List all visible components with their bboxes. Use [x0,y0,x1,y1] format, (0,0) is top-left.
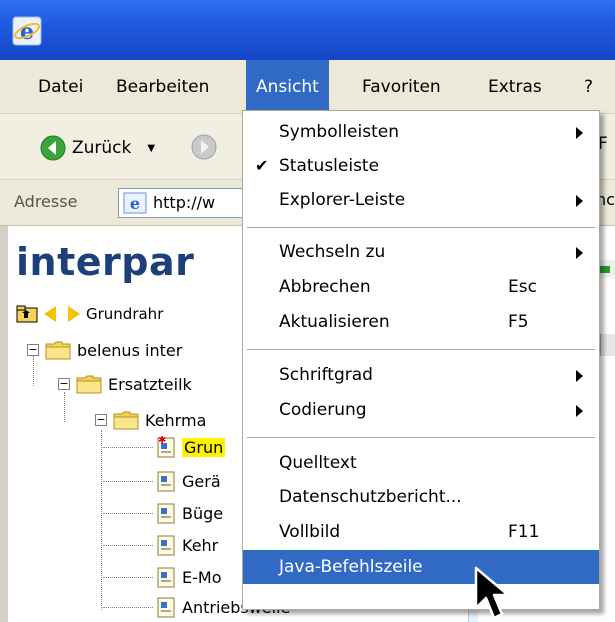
menu-item-label: Aktualisieren [279,312,390,332]
folder-up-icon[interactable] [16,305,38,323]
tree-item-label: Kehrma [145,410,207,430]
menu-item-label: Abbrechen [279,277,371,297]
menu-item-label: Wechseln zu [279,242,386,262]
menu-bar: Datei Bearbeiten Ansicht Favoriten Extra… [0,60,615,114]
menu-item-label: Statusleiste [279,156,380,176]
document-icon [157,471,175,492]
checkmark-icon: ✔ [255,156,269,175]
next-arrow-icon[interactable] [68,306,80,322]
collapse-icon[interactable]: − [27,344,39,356]
menu-item-codierung[interactable]: Codierung [243,393,599,427]
menu-ansicht[interactable]: Ansicht [246,60,329,114]
previous-arrow-icon[interactable] [44,306,56,322]
collapse-icon[interactable]: − [95,414,107,426]
tree-navigation: Grundrahr [16,302,163,326]
tree-item-kehrma[interactable]: − Kehrma [95,406,206,434]
site-brand: interpar [16,240,195,284]
document-icon [157,567,175,588]
menu-item-label: Symbolleisten [279,122,399,142]
menu-item-symbolleisten[interactable]: Symbolleisten [243,115,599,149]
tree-nav-label: Grundrahr [86,305,164,323]
menu-separator [247,349,595,350]
document-icon [157,535,175,556]
submenu-arrow-icon [576,127,583,139]
address-label: Adresse [14,192,78,211]
tree-item-kehr[interactable]: Kehr [156,531,218,559]
tree-item-label: Grun [182,437,226,457]
collapse-icon[interactable]: − [58,378,70,390]
menu-item-quelltext[interactable]: Quelltext [243,446,599,480]
submenu-arrow-icon [576,195,583,207]
back-arrow-icon [40,135,66,161]
menu-item-label: Explorer-Leiste [279,190,406,210]
tree-item-label: Gerä [182,471,221,491]
menu-item-explorer-leiste[interactable]: Explorer-Leiste [243,183,599,217]
menu-item-java-befehlszeile[interactable]: Java-Befehlszeile [243,550,599,584]
folder-icon [45,341,71,360]
folder-icon [76,375,102,394]
shortcut-label: F11 [508,522,540,542]
tree-item-label: belenus inter [77,340,183,360]
submenu-arrow-icon [576,405,583,417]
back-button[interactable]: Zurück ▼ [40,134,155,162]
menu-item-label: Codierung [279,400,367,420]
menu-favoriten[interactable]: Favoriten [352,60,451,114]
ansicht-dropdown-menu: Symbolleisten ✔ Statusleiste Explorer-Le… [242,110,600,610]
submenu-arrow-icon [576,370,583,382]
address-input[interactable]: e http://w [118,188,258,218]
tree-item-label: Ersatzteilk [108,374,192,394]
mouse-pointer-icon [474,566,510,620]
menu-separator [247,227,595,228]
menu-item-vollbild[interactable]: Vollbild F11 [243,515,599,549]
menu-item-label: Java-Befehlszeile [279,557,423,577]
tree-item-gera[interactable]: Gerä [156,467,221,495]
tree-item-label: E-Mo [182,567,222,587]
menu-item-schriftgrad[interactable]: Schriftgrad [243,358,599,392]
shortcut-label: Esc [508,277,537,297]
document-icon [157,503,175,524]
svg-text:e: e [130,194,140,213]
menu-item-wechseln-zu[interactable]: Wechseln zu [243,235,599,269]
tree-item-belenus[interactable]: − belenus inter [27,336,182,364]
svg-text:✱: ✱ [158,436,166,446]
menu-separator [247,437,595,438]
tree-item-buge[interactable]: Büge [156,499,223,527]
menu-item-label: Quelltext [279,453,357,473]
address-value: http://w [153,193,216,212]
menu-item-abbrechen[interactable]: Abbrechen Esc [243,270,599,304]
submenu-arrow-icon [576,247,583,259]
window-titlebar: e [0,0,615,60]
menu-item-label: Vollbild [279,522,341,542]
menu-item-statusleiste[interactable]: ✔ Statusleiste [243,149,599,183]
menu-datei[interactable]: Datei [28,60,93,114]
document-icon [157,597,175,618]
tree-item-label: Büge [182,503,224,523]
menu-item-label: Datenschutzbericht... [279,487,462,507]
menu-item-datenschutzbericht[interactable]: Datenschutzbericht... [243,480,599,514]
menu-bearbeiten[interactable]: Bearbeiten [106,60,219,114]
page-widget-edge [600,334,615,356]
menu-help[interactable]: ? [574,60,603,114]
tree-item-ersatzteil[interactable]: − Ersatzteilk [58,370,192,398]
tree-item-label: Kehr [182,535,219,555]
tree-item-emo[interactable]: E-Mo [156,563,221,591]
ie-page-icon: e [123,192,147,214]
menu-item-label: Schriftgrad [279,365,373,385]
menu-item-aktualisieren[interactable]: Aktualisieren F5 [243,305,599,339]
chevron-down-icon[interactable]: ▼ [147,143,155,154]
ie-icon[interactable]: e [12,16,42,46]
menu-extras[interactable]: Extras [478,60,552,114]
forward-arrow-icon[interactable] [190,133,218,161]
svg-text:e: e [20,19,34,45]
folder-icon [113,411,139,430]
tree-item-grun[interactable]: ✱ Grun [156,433,226,461]
shortcut-label: F5 [508,312,529,332]
back-label: Zurück [72,138,132,158]
document-icon: ✱ [157,436,175,458]
